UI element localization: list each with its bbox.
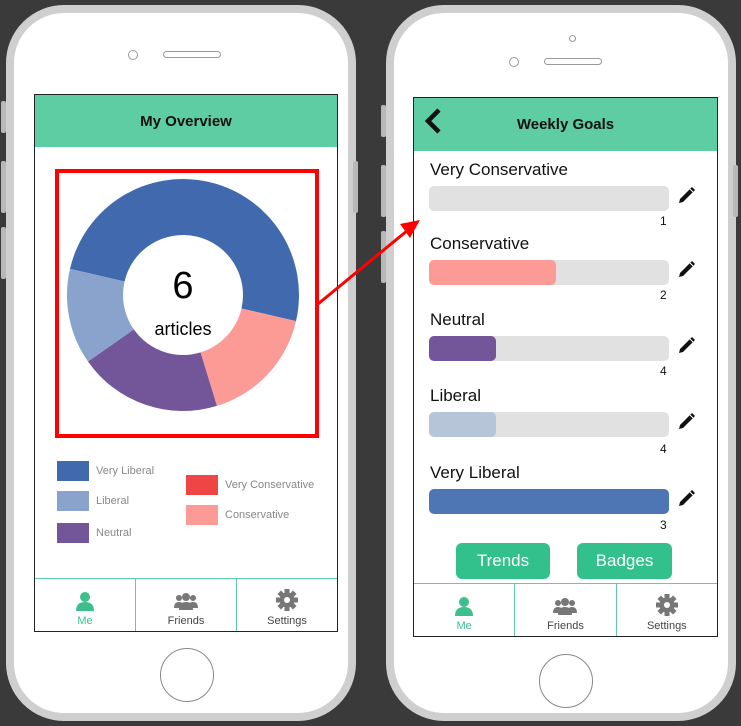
goal-track-liberal [429, 412, 669, 437]
legend-label-liberal: Liberal [96, 495, 130, 507]
tab-me-label: Me [77, 615, 93, 627]
legend-swatch-conservative [186, 505, 218, 525]
chevron-left-icon[interactable] [424, 108, 442, 134]
tab-friends-label: Friends [167, 615, 205, 627]
tab-settings[interactable]: Settings [237, 579, 337, 631]
pencil-icon[interactable] [678, 412, 696, 430]
overview-screen: My Overview 6 articles Very Liberal Libe… [34, 94, 338, 632]
pencil-icon[interactable] [678, 489, 696, 507]
tab-me[interactable]: Me [35, 579, 136, 631]
legend-label-neutral: Neutral [96, 527, 132, 539]
right-phone: Weekly Goals Very Conservative 1 Conserv… [381, 5, 738, 721]
goal-label-neutral: Neutral [430, 310, 485, 329]
mute-switch [381, 105, 386, 137]
gear-icon [276, 589, 298, 611]
goal-count-liberal: 4 [660, 442, 667, 456]
left-phone: My Overview 6 articles Very Liberal Libe… [1, 5, 358, 721]
goal-track-very-conservative [429, 186, 669, 211]
legend-swatch-very-conservative [186, 475, 218, 495]
goal-fill-conservative [429, 260, 557, 285]
goals-screen: Weekly Goals Very Conservative 1 Conserv… [413, 97, 718, 637]
front-camera [509, 57, 519, 67]
mute-switch [1, 101, 6, 133]
goal-track-very-liberal [429, 489, 669, 514]
legend-label-very-liberal: Very Liberal [96, 465, 155, 477]
home-button[interactable] [160, 648, 214, 702]
legend-swatch-neutral [57, 523, 89, 543]
pencil-icon[interactable] [678, 186, 696, 204]
badges-button[interactable]: Badges [577, 543, 672, 579]
goal-track-neutral [429, 336, 669, 361]
goal-count-conservative: 2 [660, 288, 667, 302]
tab-settings-label: Settings [267, 615, 307, 627]
goal-fill-liberal [429, 412, 497, 437]
goal-fill-neutral [429, 336, 497, 361]
pencil-icon[interactable] [678, 336, 696, 354]
earpiece-speaker [544, 58, 602, 65]
legend-label-very-conservative: Very Conservative [225, 479, 315, 491]
proximity-sensor [569, 35, 576, 42]
tab-bar: Me Friends Settings [414, 583, 717, 636]
person-icon [76, 592, 94, 611]
page-title: Weekly Goals [516, 116, 615, 133]
gear-icon [655, 594, 678, 616]
legend-swatch-very-liberal [57, 461, 89, 481]
person-icon [455, 597, 474, 616]
legend-label-conservative: Conservative [225, 509, 290, 521]
pencil-icon[interactable] [678, 260, 696, 278]
tab-me-label: Me [456, 620, 472, 632]
volume-up-button [1, 161, 6, 213]
tab-me[interactable]: Me [414, 584, 516, 636]
goal-label-conservative: Conservative [430, 234, 530, 253]
tab-settings-label: Settings [646, 620, 687, 632]
tab-bar: Me Friends Settings [35, 578, 337, 631]
donut-unit: articles [154, 319, 212, 339]
donut-chart [66, 179, 299, 411]
volume-down-button [1, 227, 6, 279]
power-button [733, 165, 738, 217]
volume-down-button [381, 231, 386, 283]
front-camera [128, 50, 138, 60]
goal-label-very-conservative: Very Conservative [430, 160, 568, 179]
trends-button[interactable]: Trends [456, 543, 550, 579]
friends-icon [553, 598, 578, 615]
goal-fill-very-liberal [429, 489, 669, 514]
goal-label-very-liberal: Very Liberal [430, 463, 520, 482]
earpiece-speaker [163, 51, 221, 58]
tab-settings[interactable]: Settings [617, 584, 717, 636]
home-button[interactable] [539, 654, 593, 708]
goal-label-liberal: Liberal [430, 386, 482, 405]
goal-track-conservative [429, 260, 669, 285]
goal-count-neutral: 4 [660, 364, 667, 378]
tab-friends[interactable]: Friends [515, 584, 617, 636]
goal-count-very-liberal: 3 [660, 518, 667, 532]
volume-up-button [381, 165, 386, 217]
power-button [353, 161, 358, 213]
tab-friends[interactable]: Friends [136, 579, 237, 631]
friends-icon [174, 593, 198, 610]
goal-count-very-conservative: 1 [660, 214, 667, 228]
legend-swatch-liberal [57, 491, 89, 511]
goals-header: Weekly Goals [414, 98, 717, 151]
donut-count: 6 [172, 265, 194, 307]
tab-friends-label: Friends [547, 620, 584, 632]
